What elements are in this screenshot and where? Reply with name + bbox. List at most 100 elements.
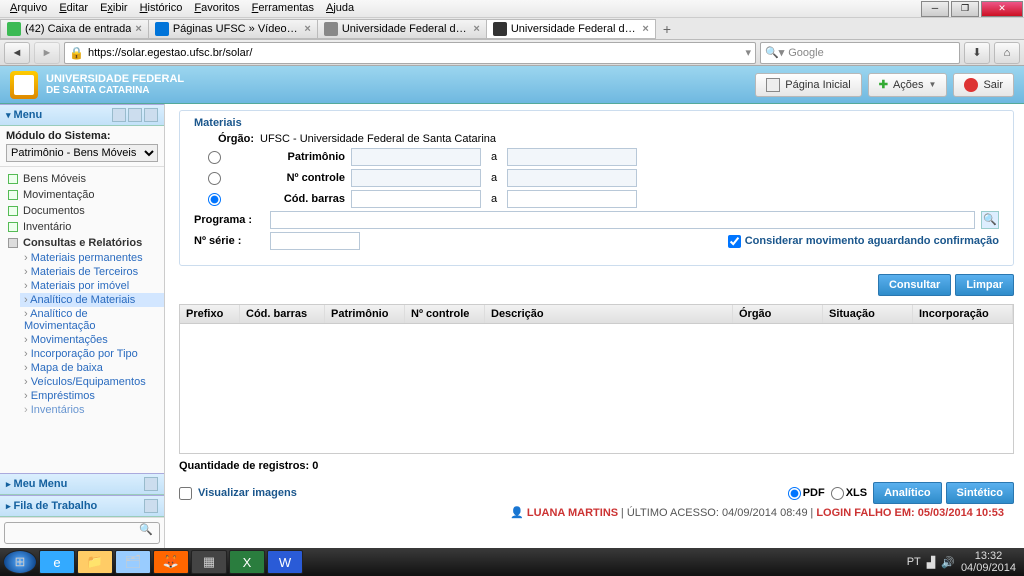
module-select[interactable]: Patrimônio - Bens Móveis — [6, 144, 158, 162]
ncontrole-to-input[interactable] — [507, 169, 637, 187]
meu-menu-header[interactable]: ▸Meu Menu — [0, 473, 164, 495]
menu-ajuda[interactable]: Ajuda — [320, 0, 360, 17]
sublink-1[interactable]: Materiais de Terceiros — [20, 265, 164, 279]
nav-bens-moveis[interactable]: Bens Móveis — [0, 171, 164, 187]
panel-tool-icon[interactable] — [128, 108, 142, 122]
flag-icon[interactable]: ▟ — [927, 556, 935, 569]
col-patrimonio[interactable]: Patrimônio — [325, 305, 405, 323]
sublink-8[interactable]: Veículos/Equipamentos — [20, 375, 164, 389]
col-codbarras[interactable]: Cód. barras — [240, 305, 325, 323]
taskbar-ie-icon[interactable]: e — [39, 550, 75, 574]
fila-trabalho-header[interactable]: ▸Fila de Trabalho — [0, 495, 164, 517]
url-input[interactable] — [88, 47, 746, 59]
refresh-icon[interactable] — [144, 499, 158, 513]
radio-ncontrole[interactable] — [208, 172, 221, 185]
nserie-input[interactable] — [270, 232, 360, 250]
nav-consultas[interactable]: Consultas e Relatórios — [0, 235, 164, 251]
clock[interactable]: 13:3204/09/2014 — [961, 550, 1016, 574]
tab-3[interactable]: Universidade Federal de Sa...× — [486, 19, 656, 39]
patrimonio-from-input[interactable] — [351, 148, 481, 166]
radio-codbarras[interactable] — [208, 193, 221, 206]
col-ncontrole[interactable]: Nº controle — [405, 305, 485, 323]
sublink-9[interactable]: Empréstimos — [20, 389, 164, 403]
close-icon[interactable]: × — [304, 23, 310, 35]
visualizar-imagens-checkbox[interactable] — [179, 487, 192, 500]
patrimonio-label: Patrimônio — [235, 151, 345, 163]
radio-pdf[interactable] — [788, 487, 801, 500]
col-situacao[interactable]: Situação — [823, 305, 913, 323]
col-incorporacao[interactable]: Incorporação — [913, 305, 1013, 323]
menu-panel-header[interactable]: ▾Menu — [0, 104, 164, 126]
menu-editar[interactable]: Editar — [53, 0, 94, 17]
sublink-10[interactable]: Inventários — [20, 403, 164, 417]
nav-movimentacao[interactable]: Movimentação — [0, 187, 164, 203]
taskbar-explorer-icon[interactable]: 📁 — [77, 550, 113, 574]
col-prefixo[interactable]: Prefixo — [180, 305, 240, 323]
taskbar-excel-icon[interactable]: X — [229, 550, 265, 574]
consultar-button[interactable]: Consultar — [878, 274, 951, 296]
menu-ferramentas[interactable]: Ferramentas — [246, 0, 320, 17]
tab-1[interactable]: Páginas UFSC » Vídeo-tuto...× — [148, 19, 318, 39]
close-icon[interactable]: × — [473, 23, 479, 35]
taskbar-app-icon[interactable]: ▦ — [191, 550, 227, 574]
limpar-button[interactable]: Limpar — [955, 274, 1014, 296]
downloads-button[interactable]: ⬇ — [964, 42, 990, 64]
lookup-icon[interactable]: 🔍 — [981, 211, 999, 229]
forward-button[interactable]: ► — [34, 42, 60, 64]
refresh-icon[interactable] — [144, 477, 158, 491]
codbarras-to-input[interactable] — [507, 190, 637, 208]
taskbar-folder-icon[interactable]: 🗂 — [115, 550, 151, 574]
search-input[interactable]: 🔍 — [4, 522, 160, 544]
close-icon[interactable]: × — [135, 23, 141, 35]
programa-input[interactable] — [270, 211, 975, 229]
tab-2[interactable]: Universidade Federal de Sa...× — [317, 19, 487, 39]
start-button[interactable]: ⊞ — [3, 550, 37, 574]
new-tab-button[interactable]: + — [655, 21, 679, 37]
window-minimize[interactable]: ─ — [921, 1, 949, 17]
col-descricao[interactable]: Descrição — [485, 305, 733, 323]
window-close[interactable]: ✕ — [981, 1, 1023, 17]
sublink-2[interactable]: Materiais por imóvel — [20, 279, 164, 293]
nav-inventario[interactable]: Inventário — [0, 219, 164, 235]
sintetico-button[interactable]: Sintético — [946, 482, 1014, 504]
system-tray[interactable]: PT ▟ 🔊 13:3204/09/2014 — [907, 550, 1022, 574]
language-indicator[interactable]: PT — [907, 556, 921, 568]
codbarras-from-input[interactable] — [351, 190, 481, 208]
panel-tool-icon[interactable] — [112, 108, 126, 122]
search-placeholder: Google — [788, 47, 823, 59]
sublink-3[interactable]: Analítico de Materiais — [20, 293, 164, 307]
nav-documentos[interactable]: Documentos — [0, 203, 164, 219]
dropdown-icon[interactable]: ▾ — [745, 46, 751, 59]
sound-icon[interactable]: 🔊 — [941, 556, 955, 569]
considerar-checkbox[interactable] — [728, 235, 741, 248]
sublink-5[interactable]: Movimentações — [20, 333, 164, 347]
home-page-button[interactable]: Página Inicial — [755, 73, 861, 97]
back-button[interactable]: ◄ — [4, 42, 30, 64]
window-restore[interactable]: ❐ — [951, 1, 979, 17]
close-icon[interactable]: × — [642, 23, 648, 35]
menu-exibir[interactable]: Exibir — [94, 0, 134, 17]
ufsc-logo — [10, 71, 38, 99]
sublink-4[interactable]: Analítico de Movimentação — [20, 307, 164, 333]
ncontrole-from-input[interactable] — [351, 169, 481, 187]
logout-button[interactable]: Sair — [953, 73, 1014, 97]
analitico-button[interactable]: Analítico — [873, 482, 941, 504]
col-orgao[interactable]: Órgão — [733, 305, 823, 323]
menu-historico[interactable]: Histórico — [134, 0, 189, 17]
address-bar[interactable]: 🔒 ▾ — [64, 42, 756, 64]
sublink-7[interactable]: Mapa de baixa — [20, 361, 164, 375]
menu-arquivo[interactable]: Arquivo — [4, 0, 53, 17]
tab-0[interactable]: (42) Caixa de entrada× — [0, 19, 149, 39]
taskbar-firefox-icon[interactable]: 🦊 — [153, 550, 189, 574]
sublink-6[interactable]: Incorporação por Tipo — [20, 347, 164, 361]
patrimonio-to-input[interactable] — [507, 148, 637, 166]
radio-patrimonio[interactable] — [208, 151, 221, 164]
radio-xls[interactable] — [831, 487, 844, 500]
menu-favoritos[interactable]: Favoritos — [188, 0, 245, 17]
taskbar-word-icon[interactable]: W — [267, 550, 303, 574]
panel-tool-icon[interactable] — [144, 108, 158, 122]
sublink-0[interactable]: Materiais permanentes — [20, 251, 164, 265]
search-field[interactable]: 🔍 ▾ Google — [760, 42, 960, 64]
home-button[interactable]: ⌂ — [994, 42, 1020, 64]
actions-button[interactable]: ✚Ações▼ — [868, 73, 948, 97]
